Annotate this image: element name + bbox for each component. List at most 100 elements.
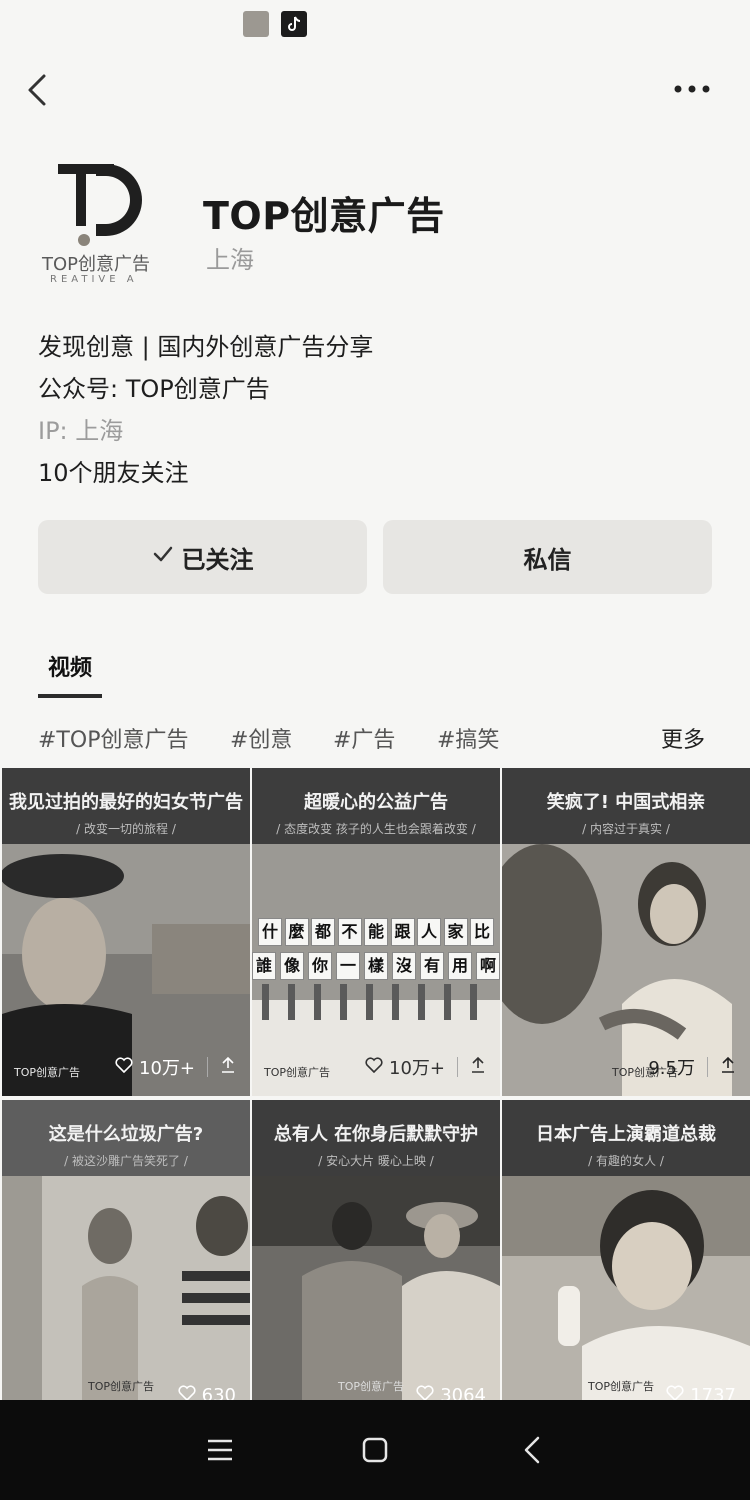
sign-card: 比 (470, 918, 494, 946)
video-footer: TOP创意广告 10万+ (252, 1044, 500, 1096)
sign-card: 都 (311, 918, 335, 946)
likes-count: 9.5万 (648, 1058, 695, 1079)
hashtag-advertising[interactable]: #广告 (333, 722, 395, 754)
bio-official-account: 公众号: TOP创意广告 (38, 375, 270, 403)
followed-button[interactable]: 已关注 (38, 520, 367, 594)
video-tile[interactable]: 笑疯了! 中国式相亲 / 内容过于真实 / TOP创意广告 9.5万 (502, 768, 750, 1096)
heart-icon (666, 1385, 684, 1400)
video-likes: 10万+ (115, 1054, 236, 1080)
app-notification-icon (243, 11, 269, 37)
likes-count: 10万+ (139, 1058, 195, 1079)
video-brand: TOP创意广告 (588, 1380, 655, 1393)
video-title-banner: 笑疯了! 中国式相亲 / 内容过于真实 / (502, 768, 750, 844)
video-tile[interactable]: 总有人 在你身后默默守护 / 安心大片 暖心上映 / TOP创意广告 3064 (252, 1100, 500, 1400)
video-grid: 我见过拍的最好的妇女节广告 / 改变一切的旅程 / TOP创意广告 10万+ 超… (0, 768, 750, 1400)
sign-row: 誰 像 你 一 樣 沒 有 用 啊 (252, 952, 500, 980)
video-tile[interactable]: 超暖心的公益广告 / 态度改变 孩子的人生也会跟着改变 / 什 麼 都 不 能 … (252, 768, 500, 1096)
sign-card: 不 (337, 918, 362, 946)
tab-video[interactable]: 视频 (38, 650, 102, 688)
back-icon[interactable] (18, 68, 58, 112)
video-subtitle: / 改变一切的旅程 / (76, 822, 176, 836)
video-tile[interactable]: 这是什么垃圾广告? / 被这沙雕广告笑死了 / TOP创意广告 630 (2, 1100, 250, 1400)
video-footer: TOP创意广告 10万+ (2, 1044, 250, 1096)
content-tabs: 视频 (38, 650, 102, 700)
profile-header: TOP创意广告 REATIVE A TOP创意广告 上海 (38, 150, 718, 295)
tab-active-indicator (38, 694, 102, 698)
home-icon[interactable] (355, 1430, 395, 1470)
video-title: 我见过拍的最好的妇女节广告 (9, 792, 243, 813)
profile-location: 上海 (206, 246, 254, 274)
check-icon (152, 543, 174, 571)
video-tile[interactable]: 我见过拍的最好的妇女节广告 / 改变一切的旅程 / TOP创意广告 10万+ (2, 768, 250, 1096)
sign-card: 跟 (390, 918, 415, 946)
video-title-banner: 总有人 在你身后默默守护 / 安心大片 暖心上映 / (252, 1100, 500, 1176)
video-brand: TOP创意广告 (338, 1380, 405, 1393)
status-bar (0, 0, 750, 50)
sign-card: 用 (448, 952, 472, 980)
hashtag-filter-row: #TOP创意广告 #创意 #广告 #搞笑 更多 (0, 722, 750, 754)
hashtag-funny[interactable]: #搞笑 (437, 722, 499, 754)
hashtag-top-creative[interactable]: #TOP创意广告 (38, 722, 188, 754)
share-icon[interactable] (220, 1056, 236, 1079)
sign-card: 什 (258, 918, 282, 946)
video-subtitle: / 态度改变 孩子的人生也会跟着改变 / (276, 822, 476, 836)
top-nav (0, 60, 750, 120)
tiktok-notification-icon (281, 11, 307, 37)
sign-card: 沒 (392, 952, 416, 980)
recent-apps-icon[interactable] (200, 1430, 240, 1470)
hashtag-creative[interactable]: #创意 (230, 722, 292, 754)
likes-count: 3064 (440, 1385, 486, 1400)
message-label: 私信 (523, 545, 572, 574)
video-title: 日本广告上演霸道总裁 (536, 1124, 716, 1145)
video-likes: 3064 (416, 1385, 486, 1400)
bio-ip-location: IP: 上海 (38, 417, 124, 445)
sign-card: 誰 (252, 952, 276, 980)
followed-label: 已关注 (181, 545, 254, 574)
video-tile[interactable]: 日本广告上演霸道总裁 / 有趣的女人 / TOP创意广告 1737 (502, 1100, 750, 1400)
video-title: 这是什么垃圾广告? (48, 1124, 204, 1145)
avatar[interactable]: TOP创意广告 REATIVE A (38, 150, 178, 295)
video-title-banner: 超暖心的公益广告 / 态度改变 孩子的人生也会跟着改变 / (252, 768, 500, 844)
share-icon[interactable] (470, 1056, 486, 1079)
sign-card: 麼 (284, 918, 309, 946)
video-subtitle: / 有趣的女人 / (588, 1154, 664, 1168)
sign-card: 你 (308, 952, 332, 980)
video-likes: 10万+ (365, 1054, 486, 1080)
sign-card: 能 (364, 918, 388, 946)
sign-card: 人 (417, 918, 441, 946)
video-title-banner: 日本广告上演霸道总裁 / 有趣的女人 / (502, 1100, 750, 1176)
system-back-icon[interactable] (512, 1430, 552, 1470)
heart-icon (416, 1385, 434, 1400)
heart-icon (178, 1385, 196, 1400)
sign-card: 像 (280, 952, 304, 980)
video-footer: TOP创意广告 630 (2, 1348, 250, 1400)
bio-friends-following[interactable]: 10个朋友关注 (38, 456, 718, 498)
share-icon[interactable] (720, 1056, 736, 1079)
video-footer: TOP创意广告 9.5万 (502, 1044, 750, 1096)
video-footer: TOP创意广告 1737 (502, 1348, 750, 1400)
video-title-banner: 我见过拍的最好的妇女节广告 / 改变一切的旅程 / (2, 768, 250, 844)
likes-count: 10万+ (389, 1058, 445, 1079)
video-subtitle: / 内容过于真实 / (582, 822, 670, 836)
more-options-icon[interactable] (670, 74, 714, 104)
video-title: 总有人 在你身后默默守护 (273, 1124, 479, 1145)
more-hashtags-link[interactable]: 更多 (661, 722, 705, 754)
message-button[interactable]: 私信 (383, 520, 712, 594)
logo-text: TOP创意广告 (42, 254, 151, 275)
sign-card: 啊 (476, 952, 500, 980)
sign-card: 樣 (364, 952, 388, 980)
video-likes: 630 (178, 1385, 236, 1400)
profile-actions: 已关注 私信 (38, 520, 712, 594)
likes-count: 1737 (690, 1385, 736, 1400)
video-title: 笑疯了! 中国式相亲 (546, 792, 706, 813)
sign-card: 家 (443, 918, 468, 946)
logo-subtext: REATIVE A (50, 274, 138, 285)
video-brand: TOP创意广告 (88, 1380, 155, 1393)
video-title: 超暖心的公益广告 (304, 792, 448, 813)
video-brand: TOP创意广告 (264, 1066, 331, 1079)
likes-count: 630 (201, 1385, 236, 1400)
video-likes: 1737 (666, 1385, 736, 1400)
system-nav-bar (0, 1400, 750, 1500)
video-subtitle: / 被这沙雕广告笑死了 / (64, 1154, 188, 1168)
video-footer: TOP创意广告 3064 (252, 1348, 500, 1400)
